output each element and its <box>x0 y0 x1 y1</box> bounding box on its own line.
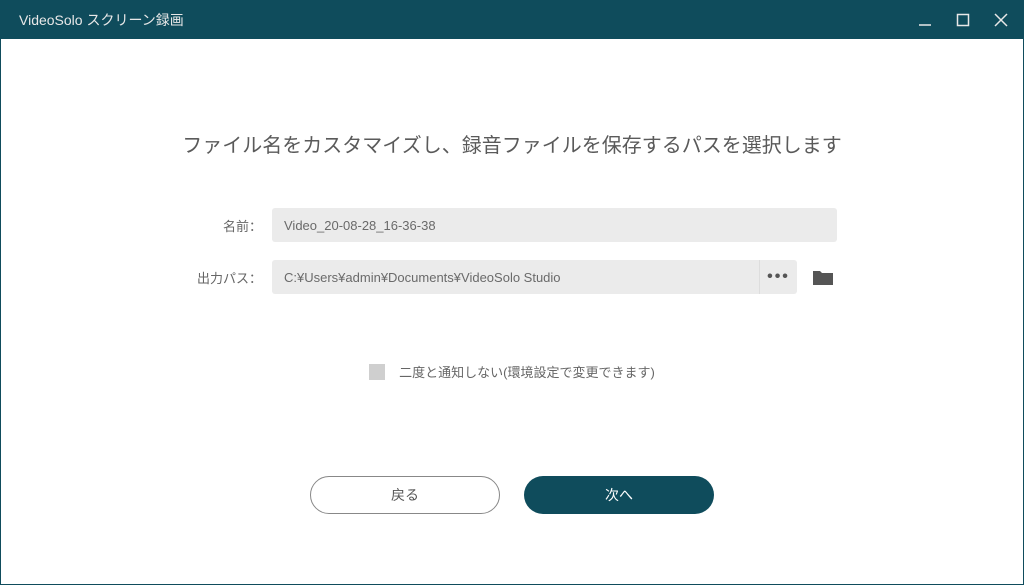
button-row: 戻る 次へ <box>310 476 714 514</box>
dont-notify-label: 二度と通知しない(環境設定で変更できます) <box>399 362 655 381</box>
window-title: VideoSolo スクリーン録画 <box>19 10 184 30</box>
path-row: 出力パス： ••• <box>187 260 837 294</box>
name-row: 名前： <box>187 208 837 242</box>
window-controls <box>915 10 1011 30</box>
app-window: VideoSolo スクリーン録画 ファイル名をカスタマイズし、録音ファイルを <box>0 0 1024 585</box>
name-label: 名前： <box>187 216 272 235</box>
close-button[interactable] <box>991 10 1011 30</box>
minimize-icon <box>918 13 932 27</box>
maximize-icon <box>956 13 970 27</box>
next-button[interactable]: 次へ <box>524 476 714 514</box>
minimize-button[interactable] <box>915 10 935 30</box>
dont-notify-checkbox[interactable] <box>369 364 385 380</box>
more-button[interactable]: ••• <box>759 260 797 294</box>
page-heading: ファイル名をカスタマイズし、録音ファイルを保存するパスを選択します <box>182 129 841 158</box>
back-button[interactable]: 戻る <box>310 476 500 514</box>
browse-folder-button[interactable] <box>809 260 837 294</box>
path-label: 出力パス： <box>187 268 272 287</box>
name-input[interactable] <box>272 208 837 242</box>
folder-icon <box>812 268 834 286</box>
content-area: ファイル名をカスタマイズし、録音ファイルを保存するパスを選択します 名前： 出力… <box>1 39 1023 584</box>
close-icon <box>993 12 1009 28</box>
checkbox-row: 二度と通知しない(環境設定で変更できます) <box>369 362 655 381</box>
titlebar: VideoSolo スクリーン録画 <box>1 1 1023 39</box>
maximize-button[interactable] <box>953 10 973 30</box>
path-input[interactable] <box>272 260 759 294</box>
